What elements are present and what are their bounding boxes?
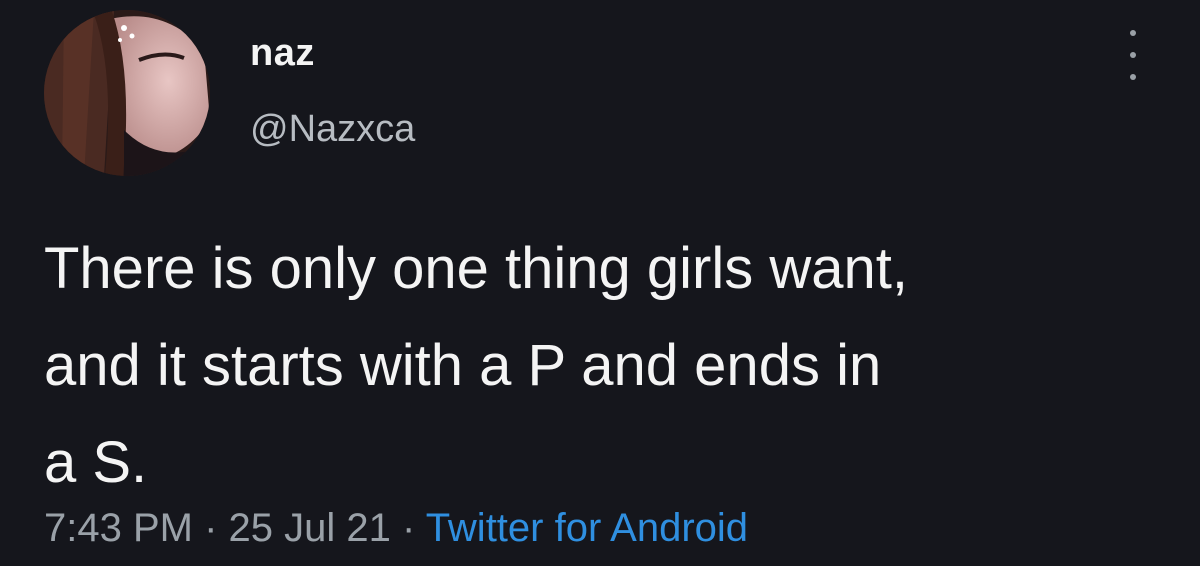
tweet-text: There is only one thing girls want, and … (44, 236, 908, 495)
menu-dot (1130, 30, 1136, 36)
avatar[interactable] (44, 10, 210, 176)
menu-dot (1130, 52, 1136, 58)
user-handle[interactable]: @Nazxca (250, 108, 415, 151)
meta-separator: · (390, 506, 426, 550)
display-name[interactable]: naz (250, 32, 315, 75)
profile-photo (44, 10, 210, 176)
tweet-time[interactable]: 7:43 PM (44, 506, 193, 550)
tweet-card: naz @Nazxca There is only one thing girl… (0, 0, 1200, 566)
meta-separator: · (192, 506, 229, 550)
menu-dot (1130, 74, 1136, 80)
tweet-source-link[interactable]: Twitter for Android (426, 506, 748, 550)
tweet-meta: 7:43 PM · 25 Jul 21 · Twitter for Androi… (44, 506, 748, 551)
tweet-date[interactable]: 25 Jul 21 (229, 506, 391, 550)
more-vertical-icon[interactable] (1118, 30, 1148, 80)
